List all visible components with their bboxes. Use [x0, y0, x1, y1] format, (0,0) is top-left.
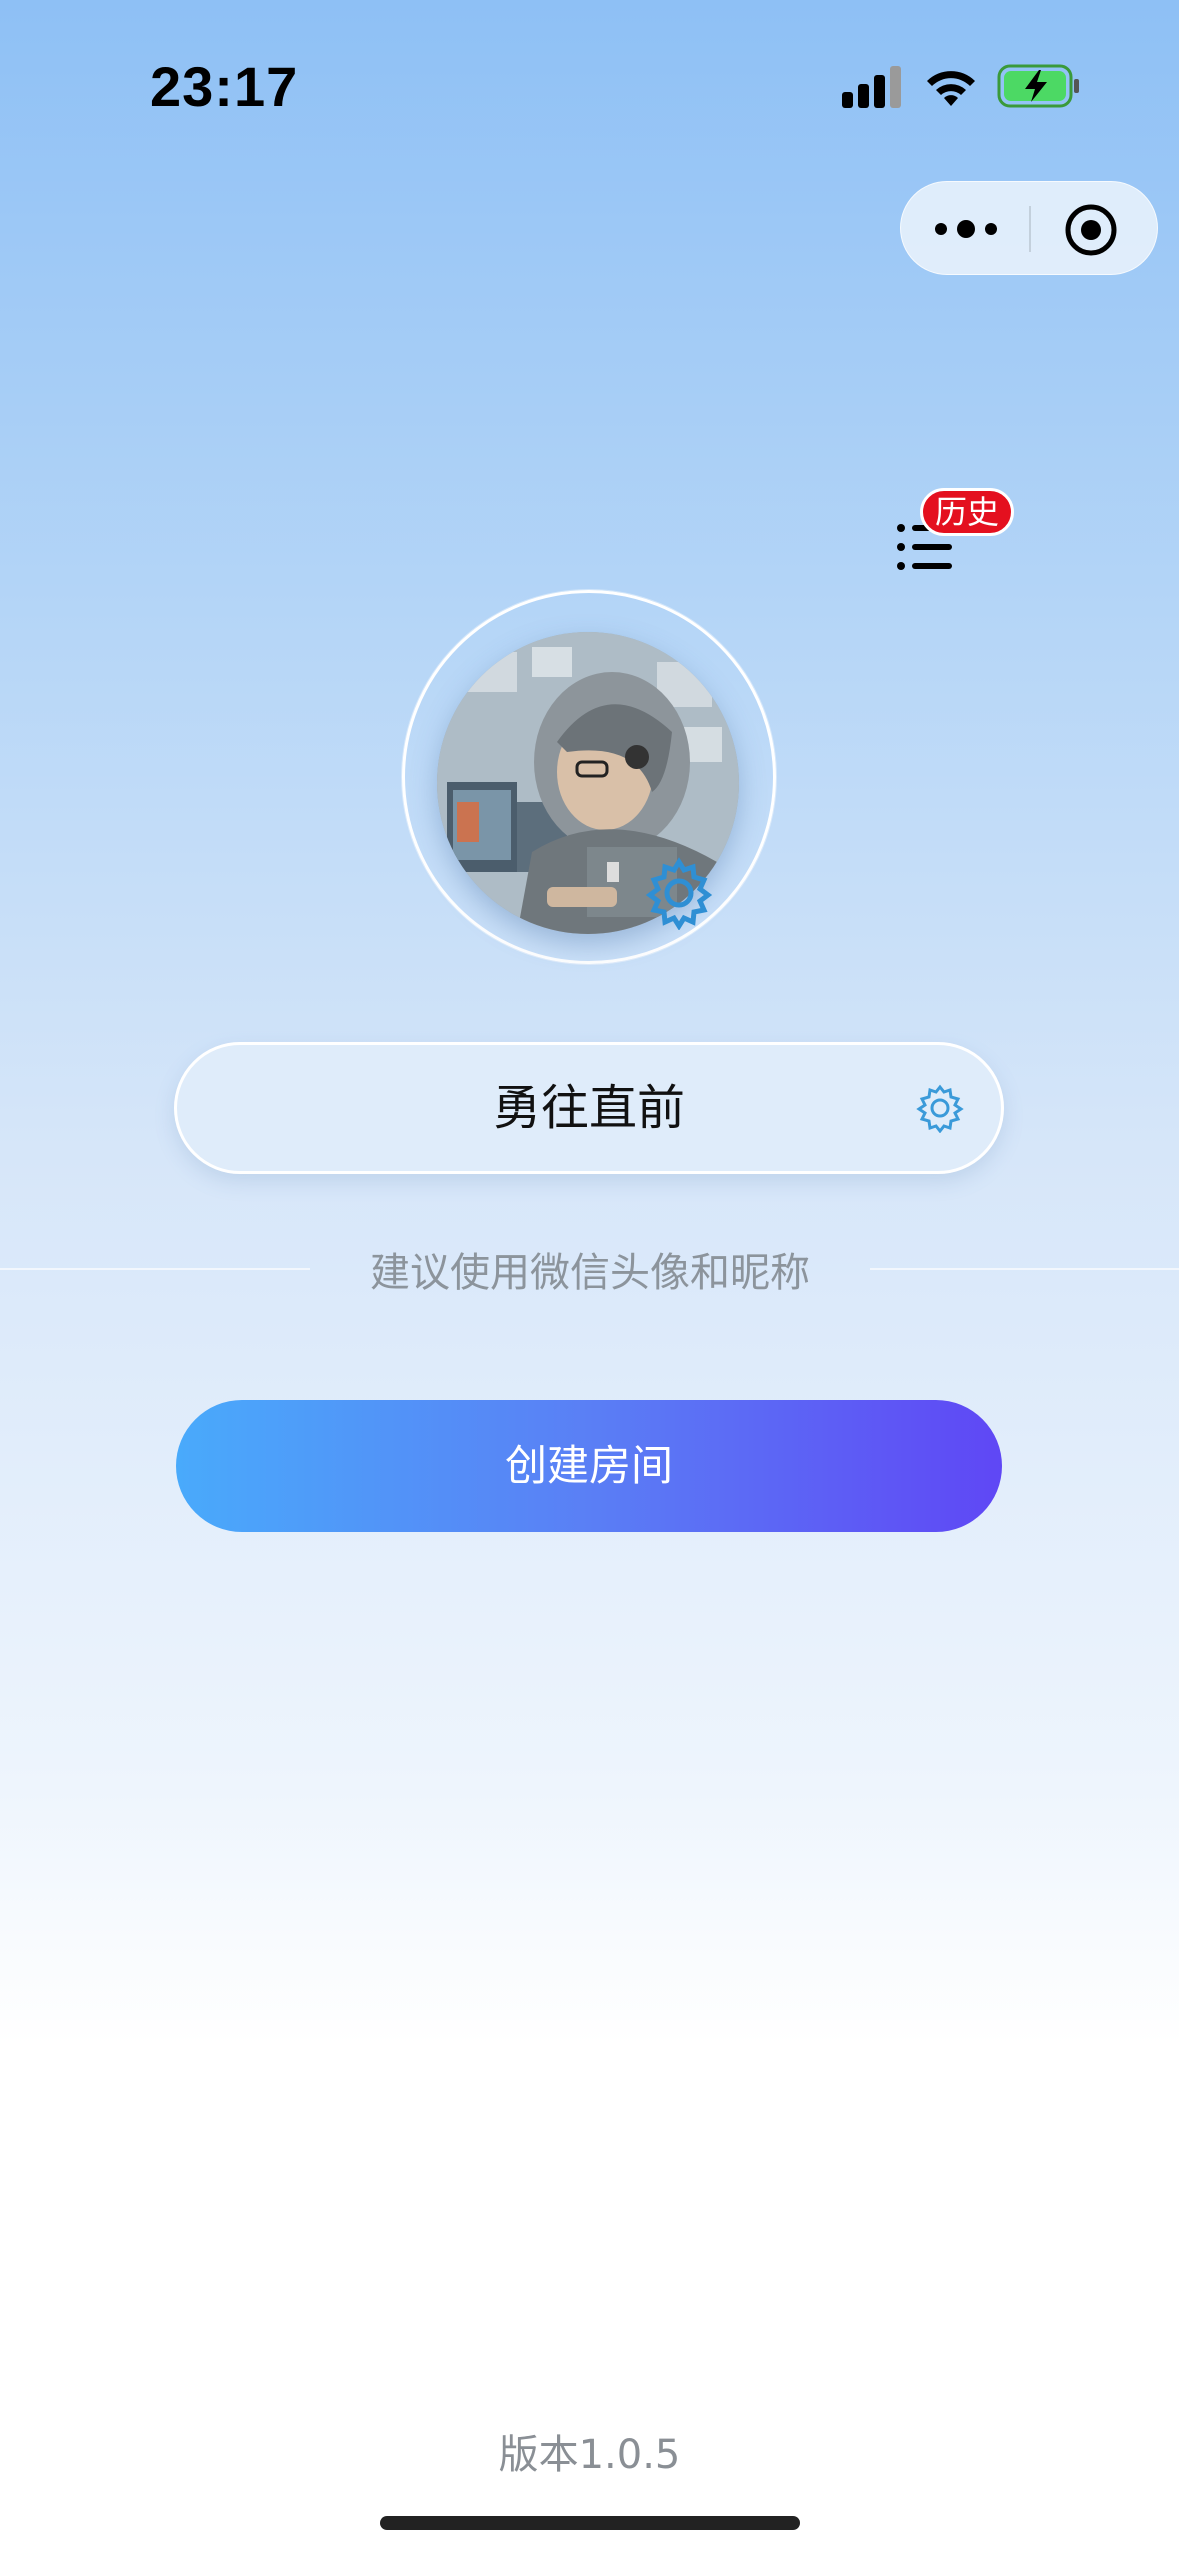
signal-icon	[842, 66, 901, 108]
more-icon[interactable]	[931, 204, 1001, 254]
create-room-button[interactable]: 创建房间	[176, 1400, 1002, 1532]
capsule-divider	[1029, 206, 1031, 252]
history-badge: 历史	[920, 488, 1015, 536]
status-icons	[842, 62, 1082, 112]
hint-text: 建议使用微信头像和昵称	[370, 1250, 810, 1296]
status-time: 23:17	[150, 55, 299, 118]
nickname-field[interactable]: 勇往直前	[174, 1042, 1004, 1174]
hint-divider-right	[870, 1268, 1179, 1270]
close-icon[interactable]	[1063, 202, 1119, 258]
history-button[interactable]: 历史	[896, 488, 1016, 588]
avatar-gear-icon[interactable]	[642, 856, 716, 930]
gear-icon[interactable]	[915, 1083, 965, 1133]
nickname-text: 勇往直前	[492, 1080, 685, 1136]
version-label: 版本1.0.5	[498, 2432, 681, 2478]
hint-divider-left	[0, 1268, 310, 1270]
wifi-icon	[927, 71, 975, 106]
home-indicator[interactable]	[380, 2516, 800, 2530]
miniprogram-capsule	[900, 181, 1158, 275]
battery-icon	[997, 64, 1079, 108]
